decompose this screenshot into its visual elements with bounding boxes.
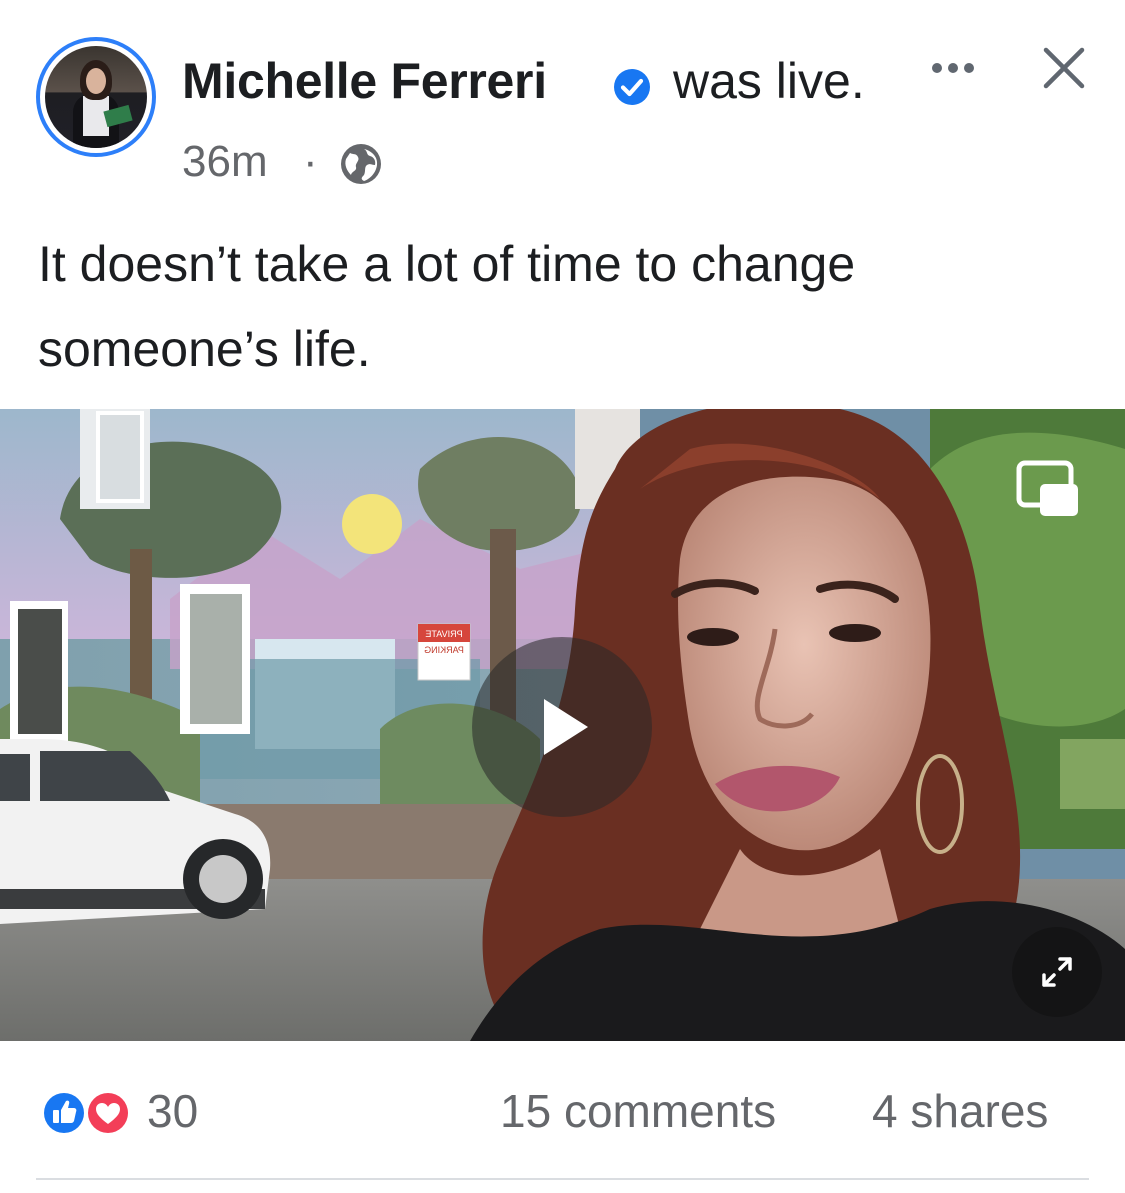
fullscreen-button[interactable] (1012, 927, 1102, 1017)
sign-text-private: PRIVATE (425, 629, 462, 639)
more-options-icon[interactable] (932, 58, 982, 78)
timestamp-separator: · (303, 137, 318, 186)
sign-text-parking: PARKING (424, 645, 464, 655)
globe-icon (341, 144, 381, 184)
expand-icon (1042, 957, 1072, 987)
picture-in-picture-icon[interactable] (1016, 460, 1080, 518)
like-reaction-icon (41, 1090, 87, 1136)
verified-badge-icon (614, 69, 650, 105)
post-timestamp[interactable]: 36m (182, 137, 268, 187)
love-reaction-icon (85, 1090, 131, 1136)
shares-count-link[interactable]: 4 shares (872, 1084, 1048, 1138)
avatar-photo (45, 46, 147, 148)
play-button[interactable] (472, 637, 652, 817)
post-status: was live. (673, 53, 865, 109)
play-icon (544, 699, 588, 755)
reaction-icons[interactable] (36, 1088, 136, 1138)
author-name[interactable]: Michelle Ferreri (182, 52, 547, 110)
reaction-count[interactable]: 30 (147, 1084, 198, 1138)
divider (36, 1178, 1089, 1180)
post-message: It doesn’t take a lot of time to change … (38, 236, 856, 377)
author-avatar[interactable] (36, 37, 156, 157)
close-icon[interactable] (1040, 44, 1088, 92)
comments-count-link[interactable]: 15 comments (500, 1084, 776, 1138)
